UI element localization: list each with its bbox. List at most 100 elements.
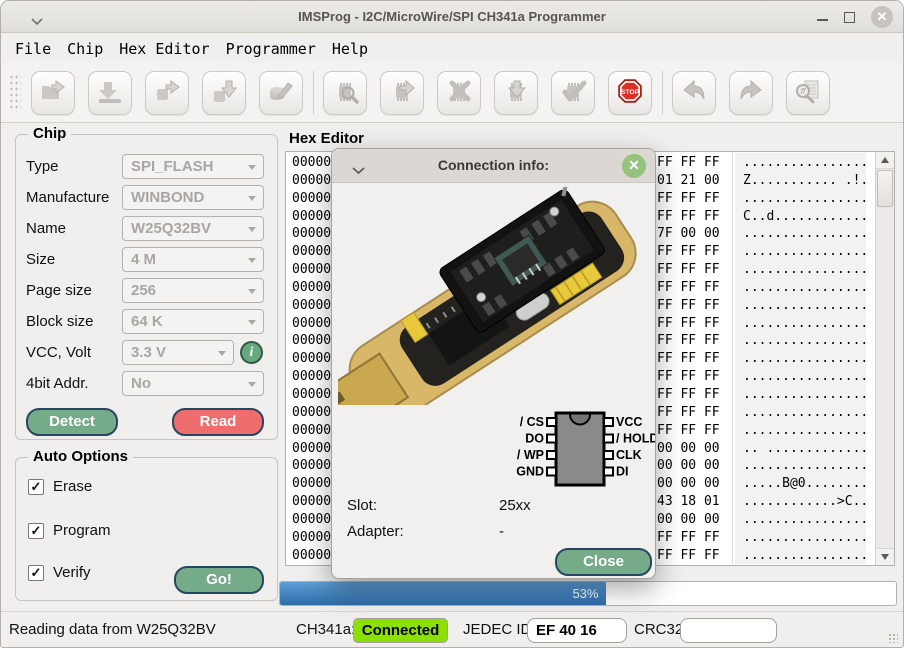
chip-field-row: VCC, Volt3.3 Vi [16, 340, 277, 366]
dialog-close-button[interactable]: Close [555, 548, 652, 576]
scroll-up-icon[interactable] [876, 152, 894, 169]
hex-bytes: FF FF FF [657, 386, 720, 404]
resize-grip[interactable] [888, 633, 898, 643]
checkbox-row-program[interactable]: ✓Program [28, 522, 111, 539]
redo-button[interactable] [729, 71, 773, 115]
progress-bar: 53% [279, 581, 897, 606]
pin-label: / CS [520, 415, 544, 429]
detect-chip-button[interactable] [323, 71, 367, 115]
erase-chip-button[interactable] [437, 71, 481, 115]
chevron-down-icon [248, 258, 256, 263]
verify-chip-icon [559, 77, 587, 108]
hex-bytes: FF FF FF [657, 315, 720, 333]
manufacture-combobox[interactable]: WINBOND [122, 185, 264, 210]
crc32-field[interactable] [680, 618, 777, 643]
auto-options-panel: Auto Options ✓Erase✓Program✓Verify Go! [15, 457, 278, 601]
close-icon[interactable]: ✕ [871, 6, 893, 28]
write-chip-button[interactable] [494, 71, 538, 115]
hex-ascii: ................ [743, 279, 868, 297]
window-title: IMSProg - I2C/MicroWire/SPI CH341a Progr… [1, 9, 903, 24]
save-file-button[interactable] [88, 71, 132, 115]
page-size-combobox[interactable]: 256 [122, 278, 264, 303]
scroll-down-icon[interactable] [876, 548, 894, 565]
read-button[interactable]: Read [172, 408, 264, 436]
menu-item-chip[interactable]: Chip [59, 38, 111, 60]
chip-field-row: Block size 64 K [16, 309, 277, 335]
verify-checkbox[interactable]: ✓ [28, 565, 44, 581]
hex-bytes: 00 00 00 [657, 475, 720, 493]
hex-bytes: FF FF FF [657, 261, 720, 279]
jedec-id-label: JEDEC ID: [463, 621, 536, 638]
name-combobox[interactable]: W25Q32BV [122, 216, 264, 241]
hex-bytes: FF FF FF [657, 547, 720, 565]
4bit-addr-combobox[interactable]: No [122, 371, 264, 396]
hex-ascii: ................ [743, 261, 868, 279]
hex-ascii: ................ [743, 297, 868, 315]
open-part-button[interactable] [145, 71, 189, 115]
pin-label: / HOLD [616, 432, 655, 446]
stop-icon: STOP [616, 77, 644, 108]
hex-bytes: FF FF FF [657, 243, 720, 261]
menu-item-file[interactable]: File [7, 38, 59, 60]
program-checkbox[interactable]: ✓ [28, 523, 44, 539]
menu-item-help[interactable]: Help [324, 38, 376, 60]
ch341a-label: CH341a: [296, 621, 355, 638]
chip-field-row: Type SPI_FLASH [16, 154, 277, 180]
pin-label: / WP [517, 448, 544, 462]
title-bar: IMSProg - I2C/MicroWire/SPI CH341a Progr… [1, 1, 903, 33]
checkbox-row-verify[interactable]: ✓Verify [28, 564, 91, 581]
checkbox-row-erase[interactable]: ✓Erase [28, 478, 92, 495]
edit-button[interactable] [259, 71, 303, 115]
minimize-icon[interactable] [817, 19, 828, 21]
progress-fill: 53% [280, 582, 606, 605]
toolbar-separator [662, 71, 663, 115]
hex-bytes: 00 00 00 [657, 440, 720, 458]
hex-ascii: ................ [743, 243, 868, 261]
hex-bytes: 7F 00 00 [657, 225, 720, 243]
hex-scrollbar[interactable] [875, 152, 894, 565]
open-part-icon [153, 77, 181, 108]
hex-ascii: ................ [743, 422, 868, 440]
read-chip-icon [388, 77, 416, 108]
undo-button[interactable] [672, 71, 716, 115]
save-part-button[interactable] [202, 71, 246, 115]
hex-ascii: ................ [743, 511, 868, 529]
svg-text:STOP: STOP [621, 89, 640, 96]
erase-checkbox[interactable]: ✓ [28, 479, 44, 495]
dialog-close-icon[interactable]: ✕ [622, 154, 646, 178]
hex-ascii: ................ [743, 350, 868, 368]
type-combobox[interactable]: SPI_FLASH [122, 154, 264, 179]
stop-button[interactable]: STOP [608, 71, 652, 115]
size-combobox[interactable]: 4 M [122, 247, 264, 272]
menu-item-hex-editor[interactable]: Hex Editor [111, 38, 217, 60]
hex-bytes: FF FF FF [657, 422, 720, 440]
scrollbar-thumb[interactable] [877, 170, 893, 207]
verify-chip-button[interactable] [551, 71, 595, 115]
jedec-id-field[interactable]: EF 40 16 [527, 618, 627, 643]
find-hex-button[interactable]: ff [786, 71, 830, 115]
vcc-volt-combobox[interactable]: 3.3 V [122, 340, 234, 365]
save-part-icon [210, 77, 238, 108]
vcc-info-button[interactable]: i [240, 341, 263, 364]
detect-button[interactable]: Detect [26, 408, 118, 436]
field-label: Block size [26, 313, 94, 330]
open-file-icon [39, 77, 67, 108]
hex-bytes: FF FF FF [657, 297, 720, 315]
field-label: 4bit Addr. [26, 375, 89, 392]
toolbar-grip[interactable] [9, 74, 21, 112]
read-chip-button[interactable] [380, 71, 424, 115]
pin-label: GND [516, 465, 544, 479]
hex-bytes: FF FF FF [657, 190, 720, 208]
block-size-combobox[interactable]: 64 K [122, 309, 264, 334]
redo-icon [737, 77, 765, 108]
hex-bytes: FF FF FF [657, 332, 720, 350]
maximize-icon[interactable] [844, 12, 855, 23]
go-button[interactable]: Go! [174, 566, 264, 594]
hex-ascii: .. ............. [743, 440, 868, 458]
field-label: Type [26, 158, 59, 175]
chevron-down-icon [248, 320, 256, 325]
menu-item-programmer[interactable]: Programmer [218, 38, 324, 60]
open-file-button[interactable] [31, 71, 75, 115]
svg-text:ff: ff [801, 87, 806, 96]
hex-ascii: ................ [743, 225, 868, 243]
